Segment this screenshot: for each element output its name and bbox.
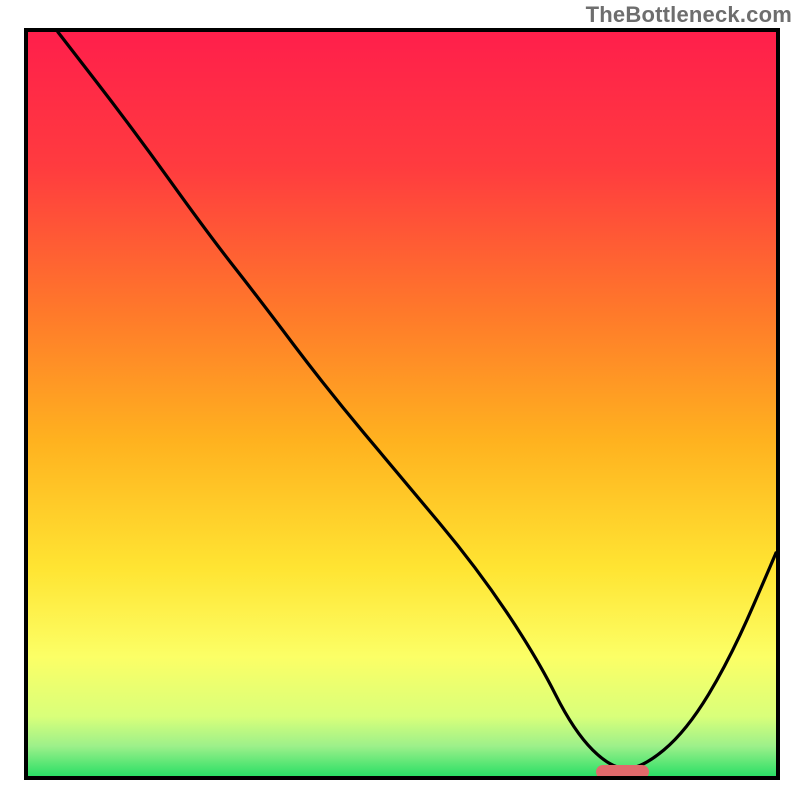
plot-frame [24,28,780,780]
optimal-marker [596,765,648,779]
watermark-label: TheBottleneck.com [586,2,792,28]
plot-svg [28,32,776,776]
gradient-background [28,32,776,776]
bottleneck-chart: TheBottleneck.com [0,0,800,800]
